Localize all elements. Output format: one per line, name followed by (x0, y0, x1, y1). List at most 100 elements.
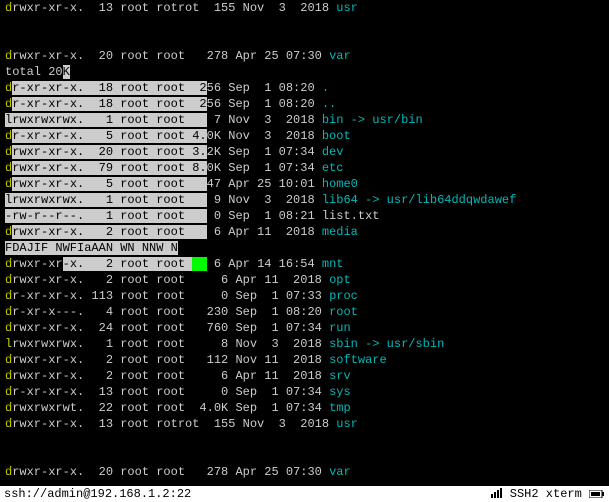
text-segment: 56 Sep 1 08:20 (207, 97, 322, 111)
text-segment: 47 Apr 25 10:01 (207, 177, 322, 191)
text-segment: home0 (322, 177, 358, 191)
text-segment: r-xr-xr-x. 5 root root 4. (12, 129, 206, 143)
text-segment: rwxr-xr (12, 257, 62, 271)
text-segment: proc (329, 289, 358, 303)
text-segment: 6 Apr 14 16:54 (207, 257, 322, 271)
text-segment: rwxr-xr-x. 24 root root 760 Sep 1 07:34 (12, 321, 329, 335)
terminal-line: FDAJIF NWFIaAAN WN NNW N (5, 240, 604, 256)
text-segment: media (322, 225, 358, 239)
text-segment: root (329, 305, 358, 319)
text-segment: etc (322, 161, 344, 175)
text-segment: usr (336, 417, 358, 431)
text-segment: 0K Sep 1 07:34 (207, 161, 322, 175)
text-segment: mnt (322, 257, 344, 271)
text-segment: r-xr-xr-x. 13 root root 0 Sep 1 07:34 (12, 385, 329, 399)
terminal-line (5, 16, 604, 32)
text-segment (192, 257, 206, 271)
text-segment: 0K Nov 3 2018 (207, 129, 322, 143)
terminal-line: drwxr-xr-x. 13 root rotrot 155 Nov 3 201… (5, 416, 604, 432)
status-right: SSH2 xterm (491, 486, 605, 502)
text-segment: rwxr-xr-x. 2 root root 6 Apr 11 2018 (12, 369, 329, 383)
terminal-line: dr-xr-xr-x. 113 root root 0 Sep 1 07:33 … (5, 288, 604, 304)
terminal-line: drwxr-xr-x. 2 root root 6 Apr 14 16:54 m… (5, 256, 604, 272)
text-segment: var (329, 465, 351, 479)
text-segment: FDAJIF NWFIaAAN WN NNW N (5, 241, 178, 255)
text-segment: -x. 2 root root (63, 257, 193, 271)
text-segment: r-xr-xr-x. 18 root root 2 (12, 81, 206, 95)
text-segment: lib64 -> usr/lib64ddqwdawef (322, 193, 516, 207)
terminal-line: drwxrwxrwt. 22 root root 4.0K Sep 1 07:3… (5, 400, 604, 416)
status-right-text: SSH2 xterm (510, 487, 589, 501)
text-segment: rwxr-xr-x. 2 root root (12, 225, 206, 239)
text-segment: opt (329, 273, 351, 287)
text-segment: 0 Sep 1 08:21 list.txt (207, 209, 380, 223)
text-segment: .. (322, 97, 336, 111)
terminal-line (5, 448, 604, 464)
text-segment: boot (322, 129, 351, 143)
text-segment: bin -> usr/bin (322, 113, 423, 127)
terminal-line: lrwxrwxrwx. 1 root root 7 Nov 3 2018 bin… (5, 112, 604, 128)
text-segment (5, 17, 12, 31)
status-bar: ssh://admin@192.168.1.2:22 SSH2 xterm (0, 486, 609, 502)
terminal-viewport[interactable]: drwxr-xr-x. 13 root rotrot 155 Nov 3 201… (0, 0, 609, 502)
terminal-line: drwxr-xr-x. 2 root root 6 Apr 11 2018 sr… (5, 368, 604, 384)
text-segment: . (322, 81, 329, 95)
terminal-line: drwxr-xr-x. 2 root root 6 Apr 11 2018 me… (5, 224, 604, 240)
terminal-line: dr-xr-xr-x. 18 root root 256 Sep 1 08:20… (5, 80, 604, 96)
text-segment: rwxr-xr-x. 2 root root 112 Nov 11 2018 (12, 353, 329, 367)
text-segment: srv (329, 369, 351, 383)
text-segment: rwxr-xr-x. 2 root root 6 Apr 11 2018 (12, 273, 329, 287)
text-segment: software (329, 353, 387, 367)
terminal-line: drwxr-xr-x. 2 root root 112 Nov 11 2018 … (5, 352, 604, 368)
text-segment: K (63, 65, 70, 79)
text-segment: sbin -> usr/sbin (329, 337, 444, 351)
text-segment: r-xr-xr-x. 113 root root 0 Sep 1 07:33 (12, 289, 329, 303)
text-segment: var (329, 49, 351, 63)
text-segment: lrwxrwxrwx. 1 root root (5, 193, 207, 207)
text-segment: sys (329, 385, 351, 399)
terminal-line: drwxr-xr-x. 13 root rotrot 155 Nov 3 201… (5, 0, 604, 16)
text-segment: 2K Sep 1 07:34 (207, 145, 322, 159)
terminal-line: drwxr-xr-x. 20 root root 278 Apr 25 07:3… (5, 464, 604, 480)
text-segment: rwxr-xr-x. 5 root root (12, 177, 206, 191)
terminal-line: dr-xr-x---. 4 root root 230 Sep 1 08:20 … (5, 304, 604, 320)
text-segment: rwxr-xr-x. 13 root rotrot 155 Nov 3 2018 (12, 417, 336, 431)
text-segment: 7 Nov 3 2018 (207, 113, 322, 127)
text-segment (5, 449, 12, 463)
text-segment: rwxr-xr-x. 13 root rotrot 155 Nov 3 2018 (12, 1, 336, 15)
text-segment: 9 Nov 3 2018 (207, 193, 322, 207)
signal-icon (491, 488, 503, 498)
terminal-line: drwxr-xr-x. 24 root root 760 Sep 1 07:34… (5, 320, 604, 336)
text-segment: rwxr-xr-x. 20 root root 278 Apr 25 07:30 (12, 465, 329, 479)
terminal-line (5, 32, 604, 48)
text-segment: rwxr-xr-x. 20 root root 278 Apr 25 07:30 (12, 49, 329, 63)
text-segment: 56 Sep 1 08:20 (207, 81, 322, 95)
status-left: ssh://admin@192.168.1.2:22 (4, 486, 191, 502)
terminal-line: total 20K (5, 64, 604, 80)
text-segment: r-xr-xr-x. 18 root root 2 (12, 97, 206, 111)
terminal-line: drwxr-xr-x. 5 root root 47 Apr 25 10:01 … (5, 176, 604, 192)
terminal-line: drwxr-xr-x. 2 root root 6 Apr 11 2018 op… (5, 272, 604, 288)
text-segment: usr (336, 1, 358, 15)
terminal-line: dr-xr-xr-x. 13 root root 0 Sep 1 07:34 s… (5, 384, 604, 400)
terminal-line (5, 432, 604, 448)
text-segment: 6 Apr 11 2018 (207, 225, 322, 239)
terminal-line: drwxr-xr-x. 20 root root 3.2K Sep 1 07:3… (5, 144, 604, 160)
text-segment: rwxrwxrwt. 22 root root 4.0K Sep 1 07:34 (12, 401, 329, 415)
terminal-line: drwxr-xr-x. 20 root root 278 Apr 25 07:3… (5, 48, 604, 64)
text-segment: rwxrwxrwx. 1 root root 8 Nov 3 2018 (12, 337, 329, 351)
text-segment: tmp (329, 401, 351, 415)
text-segment: rwxr-xr-x. 79 root root 8. (12, 161, 206, 175)
terminal-line: lrwxrwxrwx. 1 root root 8 Nov 3 2018 sbi… (5, 336, 604, 352)
terminal-line: dr-xr-xr-x. 5 root root 4.0K Nov 3 2018 … (5, 128, 604, 144)
battery-icon (589, 490, 605, 498)
text-segment: r-xr-x---. 4 root root 230 Sep 1 08:20 (12, 305, 329, 319)
terminal-line: lrwxrwxrwx. 1 root root 9 Nov 3 2018 lib… (5, 192, 604, 208)
text-segment (5, 33, 12, 47)
terminal-line: -rw-r--r--. 1 root root 0 Sep 1 08:21 li… (5, 208, 604, 224)
text-segment: total 20 (5, 65, 63, 79)
text-segment: -rw-r--r--. 1 root root (5, 209, 207, 223)
terminal-line: drwxr-xr-x. 79 root root 8.0K Sep 1 07:3… (5, 160, 604, 176)
text-segment: run (329, 321, 351, 335)
text-segment: rwxr-xr-x. 20 root root 3. (12, 145, 206, 159)
